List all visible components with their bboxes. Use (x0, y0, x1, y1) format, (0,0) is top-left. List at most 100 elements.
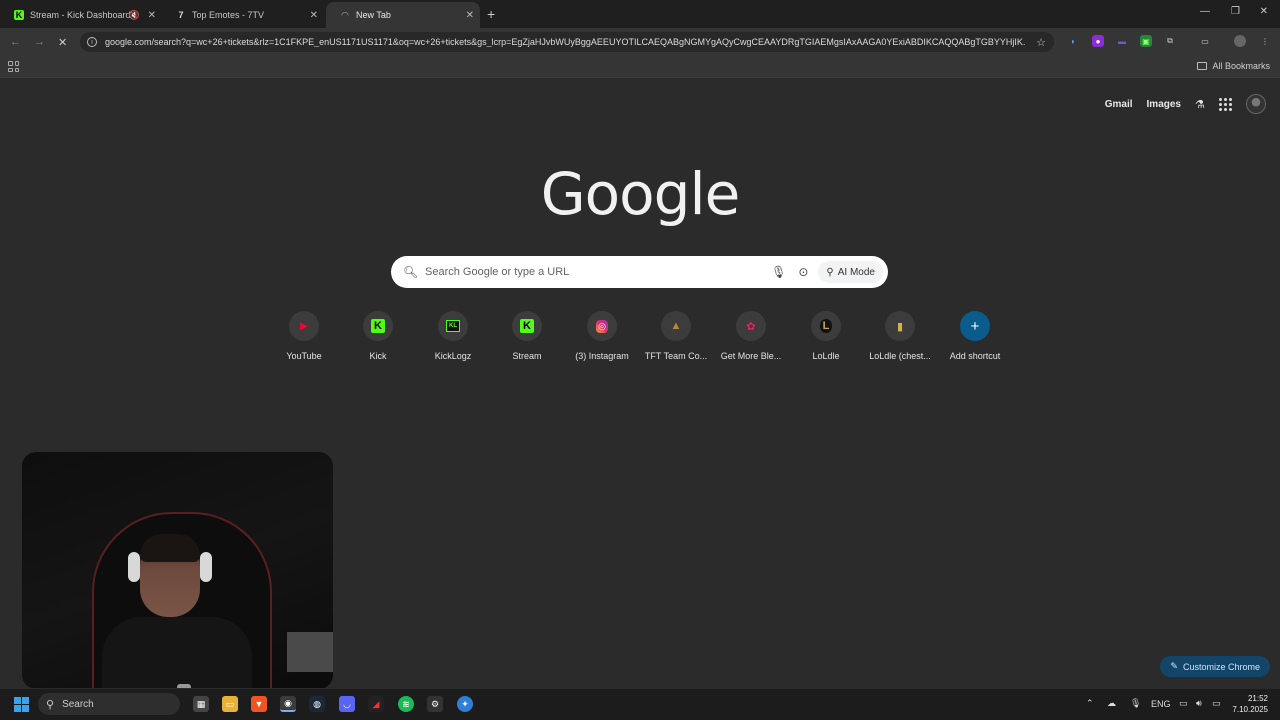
kick-icon: K (14, 10, 24, 20)
tab-label: New Tab (356, 10, 391, 20)
bookmark-star-icon[interactable]: ☆ (1036, 36, 1046, 49)
headphone-left (128, 552, 140, 582)
url-text[interactable]: google.com/search?q=wc+26+tickets&rlz=1C… (105, 37, 1025, 47)
bookmarks-bar (0, 56, 1280, 78)
folder-icon (1197, 62, 1208, 70)
puzzle-icon[interactable]: ⧉ (1164, 35, 1176, 47)
forward-icon[interactable]: → (34, 36, 45, 48)
extension-icon[interactable]: ◗ (1067, 35, 1079, 47)
menu-icon[interactable]: ⋮ (1259, 35, 1271, 47)
brave-icon[interactable]: ▼ (251, 696, 267, 712)
site-info-icon[interactable]: i (87, 37, 97, 47)
close-icon[interactable]: ✕ (466, 10, 474, 21)
account-avatar[interactable] (1246, 94, 1266, 114)
tab-new-tab[interactable]: ◠ New Tab ✕ (326, 2, 480, 28)
shortcut-loldle-chest[interactable]: ▮ LoLdle (chest... (866, 310, 934, 361)
gmail-link[interactable]: Gmail (1105, 99, 1133, 110)
file-explorer-icon[interactable]: ▭ (222, 696, 238, 712)
extension-icon[interactable]: ▣ (1140, 35, 1152, 47)
minimize-icon[interactable]: — (1200, 6, 1210, 17)
language-indicator[interactable]: ENG (1151, 699, 1171, 709)
shortcut-label: TFT Team Co... (644, 351, 708, 361)
volume-icon[interactable]: 🔊︎ (1196, 698, 1202, 709)
images-link[interactable]: Images (1147, 99, 1181, 110)
close-icon[interactable]: ✕ (148, 10, 156, 21)
shortcut-label: Stream (512, 351, 542, 361)
onedrive-icon[interactable]: ☁ (1107, 698, 1116, 709)
headphone-right (200, 552, 212, 582)
shortcut-label: Get More Ble... (720, 351, 782, 361)
clock[interactable]: 21:52 7.10.2025 (1232, 693, 1268, 715)
customize-chrome-button[interactable]: ✎ Customize Chrome (1160, 656, 1270, 677)
shortcut-instagram[interactable]: ◎ (3) Instagram (568, 310, 636, 361)
shortcut-kick[interactable]: K Kick (344, 310, 412, 361)
search-icon: ⚲ (46, 698, 55, 711)
obs-icon[interactable]: ◢ (368, 696, 384, 712)
webcam-overlay (22, 452, 333, 689)
shortcut-loldle[interactable]: L LoLdle (792, 310, 860, 361)
streamer-hair (140, 534, 200, 562)
shortcut-tft[interactable]: ▲ TFT Team Co... (642, 310, 710, 361)
search-input[interactable]: Search Google or type a URL (425, 266, 771, 278)
shortcut-bloons[interactable]: ✿ Get More Ble... (717, 310, 785, 361)
shortcut-add[interactable]: + Add shortcut (941, 310, 1009, 361)
shortcut-label: Add shortcut (949, 351, 1001, 361)
google-logo: Google (540, 160, 741, 228)
window-close-icon[interactable]: ✕ (1260, 6, 1268, 17)
battery-icon[interactable]: ▭ (1212, 698, 1221, 709)
spotify-icon[interactable]: ≋ (398, 696, 414, 712)
new-tab-button[interactable]: + (487, 6, 495, 22)
background-box (287, 632, 333, 672)
discord-icon[interactable]: ◡ (339, 696, 355, 712)
shortcut-label: LoLdle (chest... (869, 351, 931, 361)
plus-icon: + (960, 311, 990, 341)
search-box[interactable]: 🔍︎ Search Google or type a URL 🎙︎ ⊙ ⚲ AI … (391, 256, 888, 288)
address-bar[interactable]: i google.com/search?q=wc+26+tickets&rlz=… (80, 32, 1054, 52)
microphone-icon[interactable]: 🎙︎ (1130, 698, 1141, 709)
network-icon[interactable]: ▭ (1179, 698, 1188, 709)
close-icon[interactable]: ✕ (310, 10, 318, 21)
loldle-chest-icon: ▮ (885, 311, 915, 341)
restore-icon[interactable]: ❐ (1231, 6, 1240, 17)
lens-icon[interactable]: ⊙ (798, 265, 808, 279)
back-icon[interactable]: ← (10, 36, 21, 48)
task-view-icon[interactable]: ▦ (193, 696, 209, 712)
tft-icon: ▲ (661, 311, 691, 341)
date: 7.10.2025 (1232, 705, 1268, 714)
extension-icon[interactable]: ● (1092, 35, 1104, 47)
windows-start-icon[interactable] (14, 697, 29, 712)
pencil-icon: ✎ (1170, 661, 1178, 671)
profile-icon[interactable] (1234, 35, 1246, 47)
tab-kick-dashboard[interactable]: K Stream - Kick Dashboard 🔇 ✕ (0, 2, 162, 28)
shortcut-label: (3) Instagram (575, 351, 629, 361)
ai-mode-label: AI Mode (837, 266, 875, 278)
all-bookmarks[interactable]: All Bookmarks (1197, 61, 1270, 71)
shortcut-label: Kick (369, 351, 387, 361)
kick-icon: K (512, 311, 542, 341)
apps-icon[interactable] (8, 61, 19, 72)
app-icon[interactable]: ✦ (457, 696, 473, 712)
shortcut-kicklogz[interactable]: KL KickLogz (419, 310, 487, 361)
app-icon[interactable]: ⚙ (427, 696, 443, 712)
tray-overflow-icon[interactable]: ⌃ (1086, 698, 1094, 709)
side-panel-icon[interactable]: ▭ (1199, 35, 1211, 47)
shortcut-stream[interactable]: K Stream (493, 310, 561, 361)
google-apps-icon[interactable] (1219, 97, 1232, 111)
google-header-links: Gmail Images ⚗ (1105, 94, 1266, 114)
time: 21:52 (1247, 694, 1268, 703)
taskbar-search[interactable]: ⚲ Search (38, 693, 180, 715)
labs-flask-icon[interactable]: ⚗ (1195, 98, 1205, 111)
tab-7tv[interactable]: 7 Top Emotes - 7TV ✕ (162, 2, 324, 28)
loldle-icon: L (811, 311, 841, 341)
microphone-icon[interactable]: 🎙︎ (771, 265, 786, 279)
search-icon: 🔍︎ (403, 265, 419, 279)
extension-icon[interactable]: ▬ (1116, 35, 1128, 47)
chrome-icon[interactable]: ◉ (280, 696, 296, 712)
taskbar-search-label: Search (62, 698, 94, 710)
stop-icon[interactable]: ✕ (58, 36, 67, 49)
steam-icon[interactable]: ◍ (309, 696, 325, 712)
mute-icon[interactable]: 🔇 (129, 10, 140, 21)
instagram-icon: ◎ (587, 311, 617, 341)
shortcut-youtube[interactable]: ▶ YouTube (270, 310, 338, 361)
ai-mode-button[interactable]: ⚲ AI Mode (818, 261, 883, 283)
